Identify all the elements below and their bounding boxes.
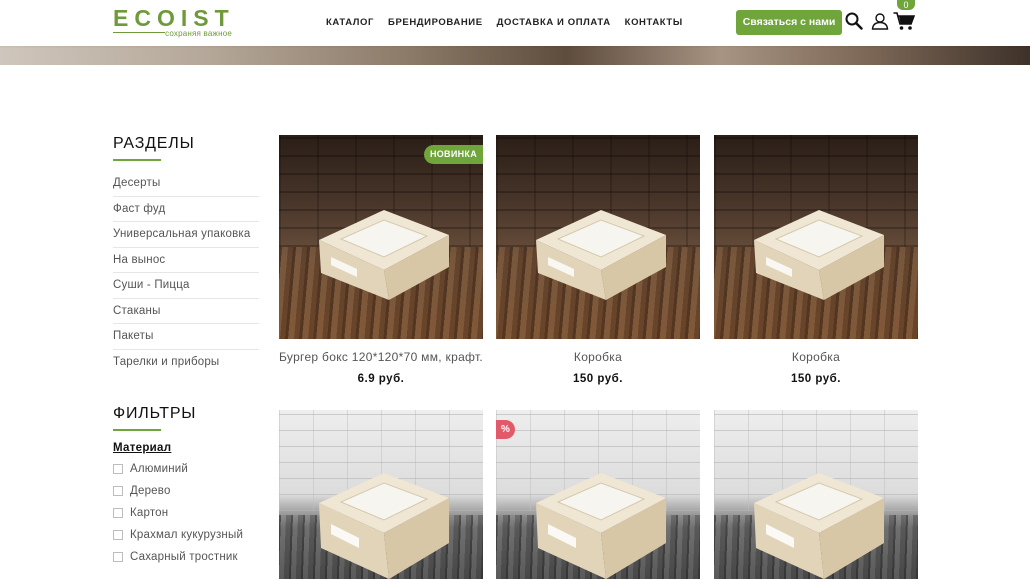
product-name[interactable]: Коробка [496, 350, 700, 364]
category-item-desserts[interactable]: Десерты [113, 171, 259, 197]
product-price: 6.9 руб. [357, 373, 405, 385]
filter-option-label: Алюминий [130, 463, 189, 475]
category-list: Десерты Фаст фуд Универсальная упаковка … [113, 171, 259, 375]
kraft-box-image [754, 473, 884, 579]
nav-catalog[interactable]: КАТАЛОГ [326, 17, 374, 28]
filter-group-material[interactable]: Материал [113, 442, 259, 454]
product-price: 150 руб. [791, 373, 841, 385]
product-card[interactable] [714, 410, 918, 579]
category-item-cups[interactable]: Стаканы [113, 299, 259, 324]
checkbox[interactable] [113, 464, 123, 474]
category-item-takeaway[interactable]: На вынос [113, 248, 259, 273]
main-nav: КАТАЛОГ БРЕНДИРОВАНИЕ ДОСТАВКА И ОПЛАТА … [326, 17, 683, 28]
cart-icon[interactable] [893, 11, 915, 31]
logo-underline [113, 32, 165, 33]
filter-option-label: Крахмал кукурузный [130, 529, 244, 541]
new-badge: НОВИНКА [423, 145, 483, 164]
contact-us-button[interactable]: Связаться с нами [736, 10, 842, 35]
category-item-sushi-pizza[interactable]: Суши - Пицца [113, 273, 259, 299]
filter-option[interactable]: Дерево [113, 480, 259, 502]
product-card[interactable]: Коробка 150 руб. [496, 135, 700, 385]
kraft-box-image [536, 210, 666, 300]
checkbox[interactable] [113, 530, 123, 540]
category-item-fast-food[interactable]: Фаст фуд [113, 197, 259, 222]
product-name[interactable]: Коробка [714, 350, 918, 364]
product-image[interactable]: % [496, 410, 700, 579]
checkbox[interactable] [113, 508, 123, 518]
product-card[interactable]: НОВИНКА Бургер бокс 120*120*70 мм, крафт… [279, 135, 483, 385]
product-image[interactable]: НОВИНКА [279, 135, 483, 339]
category-item-plates[interactable]: Тарелки и приборы [113, 350, 259, 376]
kraft-box-image [754, 210, 884, 300]
logo-tagline: сохраняя важное [165, 29, 232, 38]
nav-contacts[interactable]: КОНТАКТЫ [625, 17, 683, 28]
sale-badge: % [496, 420, 515, 439]
product-image[interactable] [279, 410, 483, 579]
product-image[interactable] [496, 135, 700, 339]
nav-delivery[interactable]: ДОСТАВКА И ОПЛАТА [497, 17, 611, 28]
filter-option[interactable]: Картон [113, 502, 259, 524]
filter-option-label: Дерево [130, 485, 171, 497]
search-icon[interactable] [845, 12, 863, 30]
filter-option[interactable]: Крахмал кукурузный [113, 524, 259, 546]
filter-option[interactable]: Сахарный тростник [113, 546, 259, 568]
category-item-bags[interactable]: Пакеты [113, 324, 259, 350]
product-image[interactable] [714, 410, 918, 579]
kraft-box-image [319, 473, 449, 579]
product-price: 150 руб. [573, 373, 623, 385]
user-icon[interactable] [871, 12, 889, 30]
cart-count-badge: 0 [897, 0, 915, 10]
filter-option-label: Сахарный тростник [130, 551, 238, 563]
nav-branding[interactable]: БРЕНДИРОВАНИЕ [388, 17, 483, 28]
filters-title: ФИЛЬТРЫ [113, 405, 197, 422]
filter-option[interactable]: Алюминий [113, 458, 259, 480]
site-header: ECOIST сохраняя важное КАТАЛОГ БРЕНДИРОВ… [0, 0, 1030, 46]
sections-title: РАЗДЕЛЫ [113, 135, 195, 152]
product-card[interactable]: Коробка 150 руб. [714, 135, 918, 385]
product-image[interactable] [714, 135, 918, 339]
logo-text: ECOIST [113, 5, 235, 31]
hero-banner-strip [0, 46, 1030, 65]
filters-title-underline [113, 429, 161, 431]
product-card[interactable]: % [496, 410, 700, 579]
checkbox[interactable] [113, 552, 123, 562]
product-name[interactable]: Бургер бокс 120*120*70 мм, крафт. [279, 350, 483, 364]
logo[interactable]: ECOIST сохраняя важное [113, 6, 235, 40]
kraft-box-image [319, 210, 449, 300]
sections-title-underline [113, 159, 161, 161]
material-filter-list: Алюминий Дерево Картон Крахмал кукурузны… [113, 458, 259, 568]
filter-option-label: Картон [130, 507, 169, 519]
category-item-universal[interactable]: Универсальная упаковка [113, 222, 259, 248]
sidebar: РАЗДЕЛЫ Десерты Фаст фуд Универсальная у… [113, 135, 259, 568]
kraft-box-image [536, 473, 666, 579]
checkbox[interactable] [113, 486, 123, 496]
product-card[interactable] [279, 410, 483, 579]
